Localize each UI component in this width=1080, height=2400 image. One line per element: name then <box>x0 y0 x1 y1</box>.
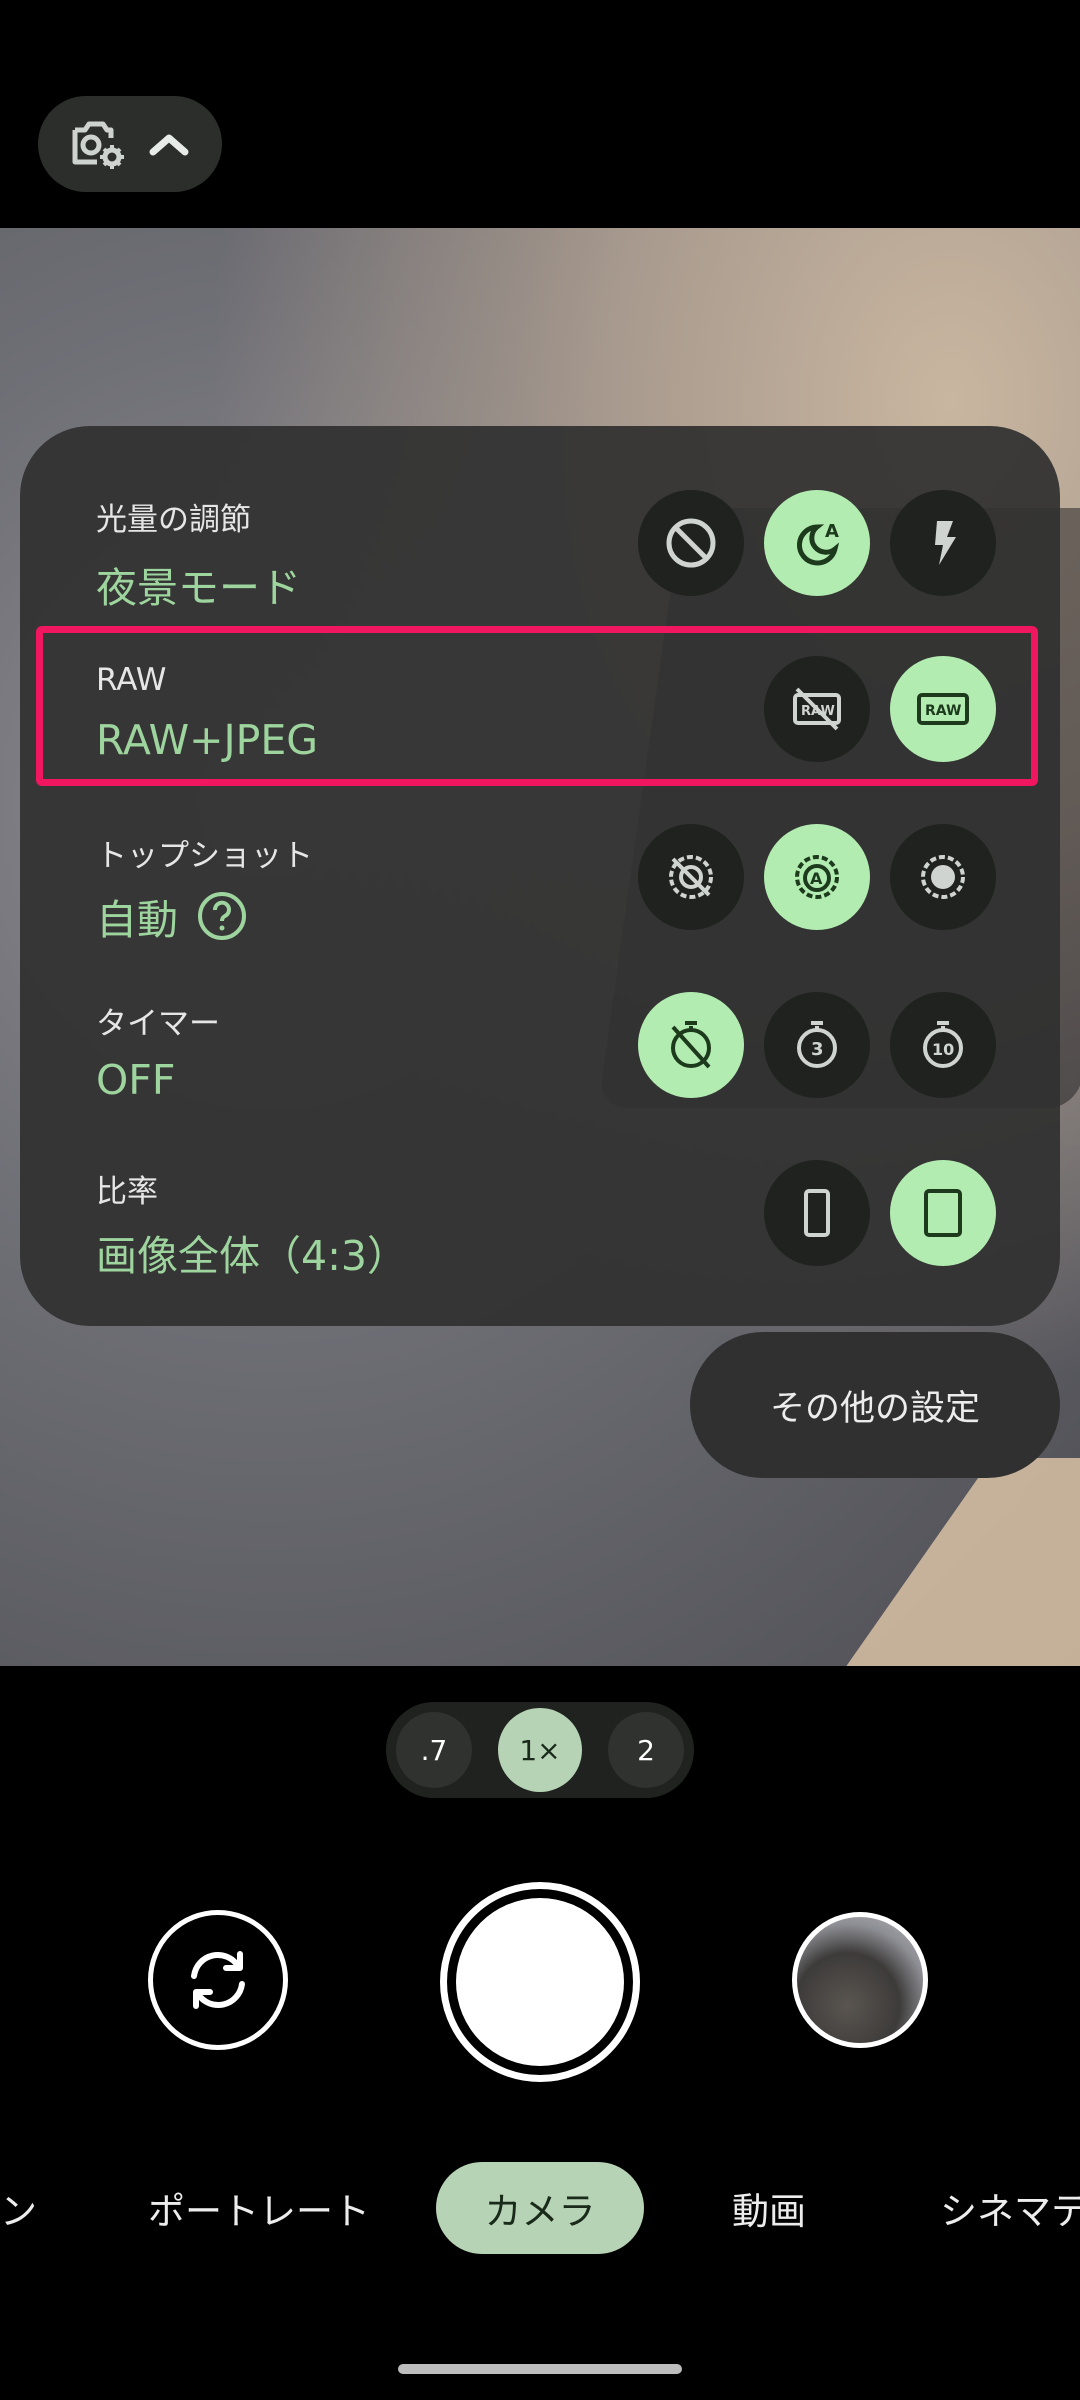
top-shot-on-option[interactable] <box>890 824 996 930</box>
gallery-thumbnail[interactable] <box>792 1912 928 2048</box>
zoom-0.7-button[interactable]: .7 <box>396 1712 472 1788</box>
timer-value: OFF <box>96 1056 176 1104</box>
zoom-1x-button[interactable]: 1× <box>498 1708 582 1792</box>
night-sight-auto-icon: A <box>796 521 840 566</box>
ratio-label: 比率 <box>96 1174 158 1210</box>
timer-3s-option[interactable]: 3 <box>764 992 870 1098</box>
svg-text:A: A <box>810 869 823 888</box>
mode-panorama-partial[interactable]: ン <box>0 2162 37 2254</box>
mode-video[interactable]: 動画 <box>732 2162 806 2254</box>
top-shot-off-option[interactable] <box>638 824 744 930</box>
shutter-button[interactable] <box>456 1898 624 2066</box>
timer-label: タイマー <box>96 1006 220 1042</box>
flash-on-option[interactable] <box>890 490 996 596</box>
flash-off-option[interactable] <box>638 490 744 596</box>
night-auto-option[interactable]: A <box>764 490 870 596</box>
zoom-2x-button[interactable]: 2 <box>608 1712 684 1788</box>
mode-cinematic-partial[interactable]: シネマテ <box>940 2162 1080 2254</box>
more-settings-button[interactable]: その他の設定 <box>690 1332 1060 1478</box>
help-icon[interactable] <box>196 890 248 942</box>
switch-camera-button[interactable] <box>148 1910 288 2050</box>
svg-text:10: 10 <box>932 1040 954 1059</box>
top-shot-auto-icon: A <box>795 855 839 899</box>
camera-settings-toggle[interactable] <box>38 96 222 192</box>
timer-10-icon: 10 <box>923 1021 963 1068</box>
timer-off-option[interactable] <box>638 992 744 1098</box>
viewfinder-light-patch <box>767 1458 1080 1666</box>
top-shot-auto-option[interactable]: A <box>764 824 870 930</box>
shutter-ring[interactable] <box>440 1882 640 2082</box>
top-shot-off-icon <box>669 855 713 899</box>
chevron-up-icon <box>149 134 189 156</box>
aspect-ratio-tall-icon <box>804 1189 830 1237</box>
raw-row-highlight <box>36 626 1038 786</box>
block-icon <box>666 518 716 568</box>
svg-text:3: 3 <box>811 1039 824 1060</box>
flash-icon <box>935 521 956 565</box>
light-adjust-value: 夜景モード <box>96 564 301 612</box>
switch-camera-icon <box>191 1951 245 2009</box>
zoom-selector: .7 1× 2 <box>386 1702 694 1798</box>
ratio-16-9-option[interactable] <box>764 1160 870 1266</box>
top-shot-label: トップショット <box>96 838 313 874</box>
camera-settings-icon <box>72 121 124 169</box>
top-shot-value-group: 自動 <box>96 886 248 946</box>
ratio-4-3-option[interactable] <box>890 1160 996 1266</box>
timer-10s-option[interactable]: 10 <box>890 992 996 1098</box>
top-shot-on-icon <box>921 855 965 899</box>
ratio-value: 画像全体（4:3） <box>96 1232 408 1280</box>
timer-3-icon: 3 <box>797 1021 837 1068</box>
top-shot-value: 自動 <box>96 896 178 944</box>
home-indicator[interactable] <box>398 2364 682 2374</box>
timer-off-icon <box>671 1021 711 1069</box>
mode-portrait[interactable]: ポートレート <box>148 2162 370 2254</box>
mode-camera[interactable]: カメラ <box>436 2162 644 2254</box>
svg-text:A: A <box>825 521 839 542</box>
light-adjust-label: 光量の調節 <box>96 502 251 538</box>
aspect-ratio-full-icon <box>924 1189 962 1237</box>
quick-settings-panel: 光量の調節 夜景モード A RAW RAW+JPEG RAW RAW トップショ… <box>20 426 1060 1326</box>
